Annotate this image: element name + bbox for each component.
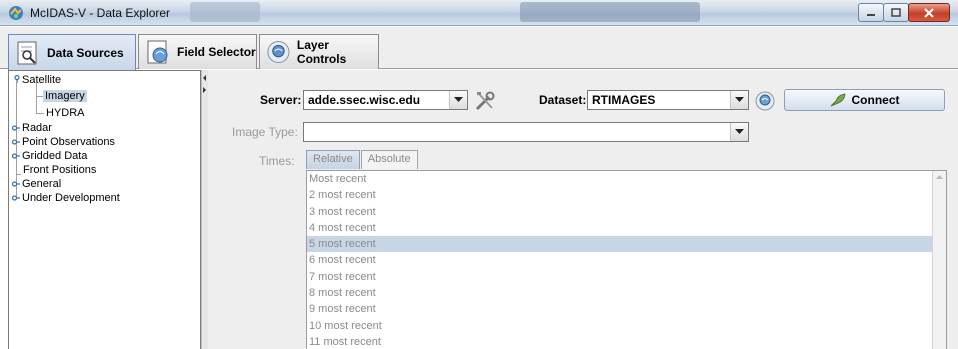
expand-handle-icon[interactable] xyxy=(12,180,20,188)
chooser-panel: Server: adde.ssec.wisc.edu Dataset: RTIM… xyxy=(208,70,958,349)
connect-button[interactable]: Connect xyxy=(784,89,945,111)
window-title: McIDAS-V - Data Explorer xyxy=(30,6,171,20)
dropdown-arrow[interactable] xyxy=(730,91,748,109)
data-sources-icon xyxy=(17,41,37,64)
time-mode-tabs: Relative Absolute xyxy=(306,150,419,170)
expand-handle-icon[interactable] xyxy=(12,138,20,146)
dataset-label: Dataset: xyxy=(539,93,587,107)
main-tab-strip: Data Sources Field Selector Layer Contro… xyxy=(0,27,958,70)
data-source-tree[interactable]: Satellite Imagery HYDRA Radar Point Obse… xyxy=(8,70,201,349)
list-item[interactable]: Most recent xyxy=(307,171,946,187)
maximize-button[interactable] xyxy=(883,3,909,22)
close-button[interactable] xyxy=(908,3,950,22)
split-pane-divider[interactable] xyxy=(201,70,208,349)
window-title-bar[interactable]: McIDAS-V - Data Explorer xyxy=(0,0,958,26)
server-label: Server: xyxy=(260,93,302,107)
tree-item-gridded-data[interactable]: Gridded Data xyxy=(22,150,87,162)
vertical-scrollbar[interactable] xyxy=(932,171,946,349)
tab-label: Layer Controls xyxy=(296,38,347,66)
connect-label: Connect xyxy=(851,93,900,107)
layer-controls-icon xyxy=(267,40,290,64)
list-item[interactable]: 7 most recent xyxy=(307,269,946,285)
tree-item-imagery[interactable]: Imagery xyxy=(43,90,87,102)
dropdown-arrow[interactable] xyxy=(449,91,467,109)
list-item-selected[interactable]: 5 most recent xyxy=(307,236,946,253)
tab-layer-controls[interactable]: Layer Controls xyxy=(259,34,379,69)
tab-relative[interactable]: Relative xyxy=(306,150,360,169)
expand-handle-icon[interactable] xyxy=(12,124,20,132)
list-item[interactable]: 4 most recent xyxy=(307,220,946,236)
list-item[interactable]: 10 most recent xyxy=(307,318,946,334)
tree-item-general[interactable]: General xyxy=(22,178,61,190)
image-type-label: Image Type: xyxy=(232,125,298,139)
times-label: Times: xyxy=(259,154,295,168)
tree-item-under-development[interactable]: Under Development xyxy=(22,192,120,204)
tree-connector xyxy=(16,174,21,175)
collapse-handle-icon[interactable] xyxy=(13,75,21,83)
tab-field-selector[interactable]: Field Selector xyxy=(138,34,257,69)
tab-absolute[interactable]: Absolute xyxy=(360,150,418,169)
manage-servers-icon[interactable] xyxy=(474,90,496,112)
server-value: adde.ssec.wisc.edu xyxy=(308,93,421,107)
tree-item-point-observations[interactable]: Point Observations xyxy=(22,136,115,148)
background-glare xyxy=(190,2,260,22)
tab-label: Data Sources xyxy=(47,45,124,60)
scroll-up-icon[interactable] xyxy=(933,171,946,183)
dropdown-arrow[interactable] xyxy=(730,123,748,141)
tree-item-radar[interactable]: Radar xyxy=(22,122,52,134)
maximize-icon xyxy=(891,8,901,17)
list-item[interactable]: 6 most recent xyxy=(307,252,946,268)
expand-handle-icon[interactable] xyxy=(12,152,20,160)
tree-item-front-positions[interactable]: Front Positions xyxy=(23,164,96,176)
mcidas-app-icon xyxy=(9,6,23,20)
close-icon xyxy=(924,7,934,18)
tree-item-hydra[interactable]: HYDRA xyxy=(46,107,85,119)
field-selector-icon xyxy=(147,40,168,64)
tree-connector xyxy=(36,83,37,113)
tab-data-sources[interactable]: Data Sources xyxy=(8,34,136,70)
dataset-search-icon[interactable] xyxy=(754,90,776,112)
list-item[interactable]: 9 most recent xyxy=(307,301,946,317)
connect-plug-icon xyxy=(830,93,846,107)
chevron-down-icon xyxy=(454,97,463,102)
chevron-down-icon xyxy=(735,97,744,102)
server-combo[interactable]: adde.ssec.wisc.edu xyxy=(303,90,468,110)
tree-item-satellite[interactable]: Satellite xyxy=(22,74,61,86)
list-item[interactable]: 3 most recent xyxy=(307,204,946,220)
list-item[interactable]: 2 most recent xyxy=(307,187,946,203)
chevron-down-icon xyxy=(735,129,744,134)
minimize-icon xyxy=(867,13,875,16)
minimize-button[interactable] xyxy=(858,3,884,22)
expand-handle-icon[interactable] xyxy=(12,194,20,202)
image-type-combo[interactable] xyxy=(303,122,749,142)
tree-connector xyxy=(36,113,44,114)
dataset-combo[interactable]: RTIMAGES xyxy=(587,90,749,110)
tab-label: Field Selector xyxy=(177,45,256,59)
list-item[interactable]: 8 most recent xyxy=(307,285,946,301)
time-list[interactable]: Most recent 2 most recent 3 most recent … xyxy=(306,170,947,349)
dataset-value: RTIMAGES xyxy=(592,93,656,107)
background-glare xyxy=(520,2,700,22)
list-item[interactable]: 11 most recent xyxy=(307,334,946,349)
